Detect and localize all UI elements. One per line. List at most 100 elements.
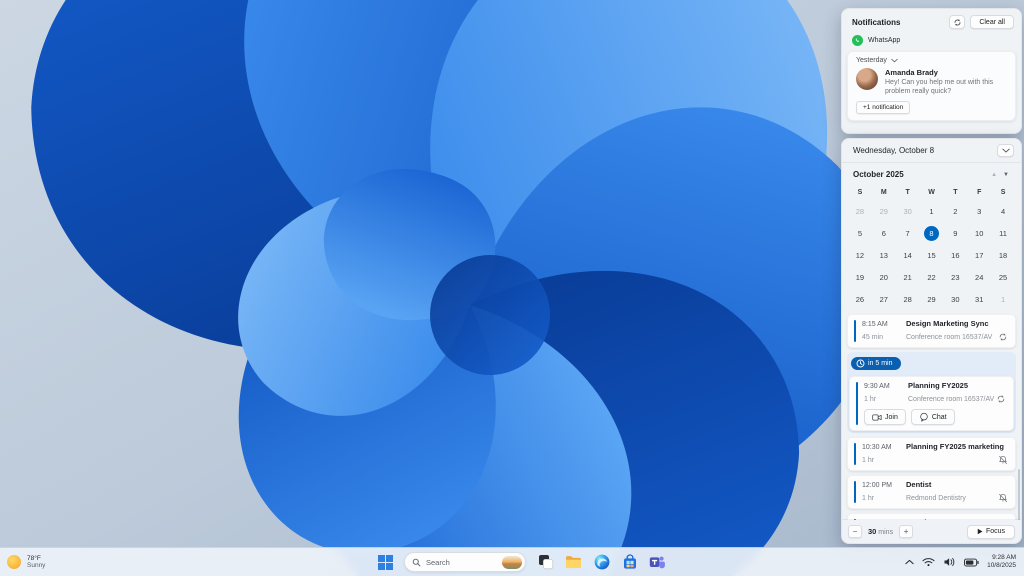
volume-icon[interactable]	[943, 557, 956, 567]
calendar-day[interactable]: 5	[848, 222, 872, 244]
calendar-day[interactable]: 9	[943, 222, 967, 244]
widgets-button[interactable]: 78°F Sunny	[7, 548, 45, 576]
chat-button[interactable]: Chat	[910, 409, 955, 425]
notification-app-label: WhatsApp	[868, 37, 901, 44]
calendar-day[interactable]: 28	[896, 288, 920, 310]
event-card[interactable]: 12:00 PM Dentist 1 hr Redmond Dentistry	[847, 475, 1016, 509]
file-explorer-button[interactable]	[565, 554, 582, 571]
event-detail-row: 45 min Conference room 16537/AV	[862, 332, 1008, 342]
tray-date: 10/8/2025	[987, 562, 1016, 569]
event-location: Redmond Dentistry	[906, 494, 966, 502]
calendar-day[interactable]: 1	[991, 288, 1015, 310]
upcoming-event-group: in 5 min 9:30 AM Planning FY2025 1 hr Confer…	[847, 352, 1016, 433]
tray-overflow-button[interactable]	[905, 559, 914, 565]
calendar-month-row: October 2025 ▲ ▼	[842, 163, 1021, 182]
calendar-weekdays: SMTWTFS	[842, 185, 1021, 200]
notification-time-group[interactable]: Yesterday	[856, 57, 1007, 64]
calendar-day[interactable]: 30	[943, 288, 967, 310]
calendar-day[interactable]: 27	[872, 288, 896, 310]
scrollbar-thumb[interactable]	[1018, 469, 1020, 527]
event-header-row: 8:15 AM Design Marketing Sync	[862, 319, 1008, 328]
calendar-day[interactable]: 16	[943, 244, 967, 266]
wifi-icon[interactable]	[922, 557, 935, 567]
calendar-day[interactable]: 11	[991, 222, 1015, 244]
calendar-day[interactable]: 21	[896, 266, 920, 288]
calendar-prev-month-icon[interactable]: ▲	[988, 171, 1000, 179]
event-title: Planning FY2025 marketing	[906, 442, 1004, 451]
calendar-day[interactable]: 30	[896, 200, 920, 222]
calendar-day[interactable]: 25	[991, 266, 1015, 288]
calendar-day[interactable]: 18	[991, 244, 1015, 266]
event-header-row: 9:30 AM Planning FY2025	[864, 381, 1006, 390]
event-duration: 1 hr	[864, 395, 877, 403]
calendar-day[interactable]: 15	[920, 244, 944, 266]
calendar-day[interactable]: 7	[896, 222, 920, 244]
calendar-collapse-button[interactable]	[997, 144, 1014, 157]
calendar-day[interactable]: 23	[943, 266, 967, 288]
calendar-day[interactable]: 3	[967, 200, 991, 222]
calendar-day[interactable]: 14	[896, 244, 920, 266]
notification-app-group[interactable]: WhatsApp	[842, 33, 1021, 50]
upcoming-badge-row: in 5 min	[849, 354, 1014, 376]
upcoming-badge-label: in 5 min	[868, 360, 893, 367]
focus-duration-unit: mins	[878, 529, 894, 536]
calendar-day[interactable]: 4	[991, 200, 1015, 222]
join-label: Join	[885, 413, 898, 421]
event-location: Conference room 16537/AV	[908, 395, 995, 403]
weather-temp: 78°F	[27, 554, 41, 562]
calendar-header: Wednesday, October 8	[842, 139, 1021, 163]
search-placeholder: Search	[426, 557, 450, 567]
microsoft-store-button[interactable]	[621, 554, 638, 571]
sun-icon	[7, 555, 21, 569]
event-accent-bar	[855, 382, 858, 425]
battery-icon[interactable]	[964, 558, 979, 567]
clock[interactable]: 9:28 AM 10/8/2025	[987, 554, 1016, 570]
calendar-day[interactable]: 24	[967, 266, 991, 288]
focus-increase-button[interactable]: +	[899, 525, 914, 538]
event-card[interactable]: 8:15 AM Design Marketing Sync 45 min Confer…	[847, 314, 1016, 348]
event-time: 9:30 AM	[864, 383, 890, 390]
calendar-day[interactable]: 10	[967, 222, 991, 244]
join-button[interactable]: Join	[864, 409, 906, 425]
calendar-day[interactable]: 20	[872, 266, 896, 288]
search-icon	[412, 558, 421, 567]
notification-settings-button[interactable]	[949, 15, 966, 29]
calendar-day[interactable]: 22	[920, 266, 944, 288]
notification-card[interactable]: Yesterday Amanda Brady Hey! Can you help…	[847, 51, 1016, 122]
event-accent-bar	[853, 443, 856, 465]
calendar-day-selected[interactable]: 8	[920, 222, 944, 244]
calendar-day[interactable]: 17	[967, 244, 991, 266]
event-title: Design Marketing Sync	[906, 319, 989, 328]
search-input[interactable]: Search	[404, 552, 526, 572]
calendar-day[interactable]: 19	[848, 266, 872, 288]
calendar-day[interactable]: 31	[967, 288, 991, 310]
start-button[interactable]	[378, 554, 393, 570]
edge-button[interactable]	[593, 554, 610, 571]
play-icon	[977, 528, 983, 535]
whatsapp-icon	[852, 35, 863, 46]
calendar-day[interactable]: 13	[872, 244, 896, 266]
event-time: 10:30 AM	[862, 444, 892, 451]
event-duration: 1 hr	[862, 494, 875, 502]
bing-daily-image[interactable]	[502, 555, 522, 569]
calendar-day[interactable]: 29	[872, 200, 896, 222]
event-card[interactable]: 10:30 AM Planning FY2025 marketing 1 hr	[847, 437, 1016, 471]
calendar-day[interactable]: 2	[943, 200, 967, 222]
event-card[interactable]: 9:30 AM Planning FY2025 1 hr Conference roo…	[849, 376, 1014, 431]
weekday-label: T	[953, 189, 958, 196]
calendar-day[interactable]: 29	[920, 288, 944, 310]
calendar-day[interactable]: 1	[920, 200, 944, 222]
task-view-button[interactable]	[537, 554, 554, 571]
focus-decrease-button[interactable]: −	[848, 525, 862, 538]
clear-all-button[interactable]: Clear all	[970, 15, 1014, 29]
calendar-next-month-icon[interactable]: ▼	[1000, 171, 1012, 179]
clock-icon	[856, 359, 865, 368]
focus-start-button[interactable]: Focus	[966, 524, 1015, 539]
calendar-day[interactable]: 12	[848, 244, 872, 266]
calendar-day[interactable]: 6	[872, 222, 896, 244]
teams-button[interactable]	[649, 554, 666, 571]
event-title: Dentist	[906, 480, 932, 489]
calendar-day[interactable]: 28	[848, 200, 872, 222]
more-notifications-button[interactable]: +1 notification	[856, 101, 911, 115]
calendar-day[interactable]: 26	[848, 288, 872, 310]
